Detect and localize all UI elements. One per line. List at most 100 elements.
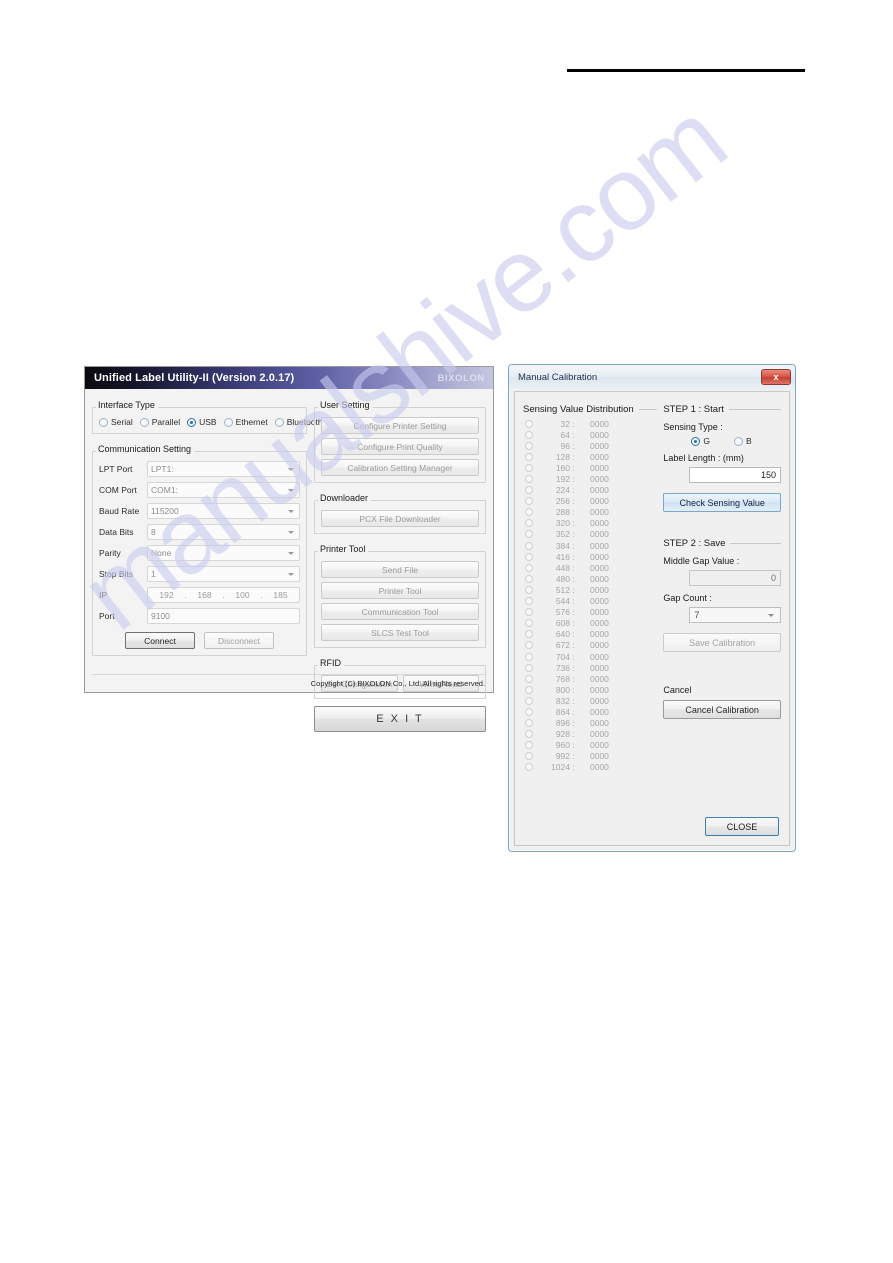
sensing-value-row[interactable]: 448: 0000 [525,562,657,573]
sensing-value-key: 128 [555,451,570,462]
radio-dot-icon [525,630,533,639]
ulu-left-column: Interface Type Serial Parallel USB Ether… [92,395,323,692]
radio-sensing-type-g[interactable]: G [691,436,710,446]
sensing-value-row[interactable]: 288: 0000 [525,507,657,518]
save-calibration-button[interactable]: Save Calibration [663,633,781,652]
manual-calibration-dialog: Manual Calibration x Sensing Value Distr… [508,364,796,852]
radio-ethernet[interactable]: Ethernet [223,417,268,427]
sensing-value-row[interactable]: 768: 0000 [525,673,657,684]
close-button[interactable]: CLOSE [705,817,779,836]
sensing-value-reading: 0000 [590,607,609,618]
stop-bits-combo[interactable]: 1 [147,566,300,582]
sensing-value-row[interactable]: 160: 0000 [525,462,657,473]
connection-buttons: Connect Disconnect [99,632,300,649]
port-value: 9100 [151,611,170,621]
sensing-value-row[interactable]: 608: 0000 [525,618,657,629]
radio-serial[interactable]: Serial [99,417,133,427]
gap-count-combo[interactable]: 7 [689,607,781,623]
downloader-group: Downloader PCX File Downloader [314,488,486,534]
printer-tool-button[interactable]: Printer Tool [321,582,479,599]
sensing-value-row[interactable]: 640: 0000 [525,629,657,640]
sensing-value-row[interactable]: 928: 0000 [525,729,657,740]
sensing-value-row[interactable]: 896: 0000 [525,718,657,729]
field-label: Baud Rate [99,506,140,516]
sensing-value-row[interactable]: 416: 0000 [525,551,657,562]
sensing-value-row[interactable]: 544: 0000 [525,596,657,607]
section-label: STEP 1 : Start [663,404,724,415]
sensing-value-row[interactable]: 1024: 0000 [525,762,657,773]
sensing-value-row[interactable]: 352: 0000 [525,529,657,540]
radio-dot-icon [223,417,233,427]
sensing-value-row[interactable]: 992: 0000 [525,751,657,762]
sensing-value-row[interactable]: 128: 0000 [525,451,657,462]
field-label: COM Port [99,485,137,495]
radio-usb[interactable]: USB [187,417,217,427]
close-icon[interactable]: x [761,369,791,385]
sensing-value-row[interactable]: 672: 0000 [525,640,657,651]
sensing-value-row[interactable]: 256: 0000 [525,496,657,507]
check-sensing-value-button[interactable]: Check Sensing Value [663,493,781,512]
sensing-value-row[interactable]: 800: 0000 [525,684,657,695]
sensing-value-row[interactable]: 864: 0000 [525,706,657,717]
configure-printer-setting-button[interactable]: Configure Printer Setting [321,417,479,434]
sensing-value-key: 224 [555,485,570,496]
sensing-value-row[interactable]: 224: 0000 [525,485,657,496]
parity-combo[interactable]: None [147,545,300,561]
slcs-test-tool-button[interactable]: SLCS Test Tool [321,624,479,641]
sensing-value-colon: : [572,729,575,740]
connect-button[interactable]: Connect [125,632,195,649]
radio-parallel[interactable]: Parallel [139,417,180,427]
radio-sensing-type-b[interactable]: B [733,436,752,446]
sensing-value-row[interactable]: 320: 0000 [525,518,657,529]
radio-dot-icon [187,417,197,427]
disconnect-button[interactable]: Disconnect [204,632,274,649]
printer-tool-frame: Send File Printer Tool Communication Too… [314,551,486,648]
sensing-value-row[interactable]: 32: 0000 [525,418,657,429]
baud-rate-combo[interactable]: 115200 [147,503,300,519]
sensing-value-colon: : [572,551,575,562]
sensing-value-row[interactable]: 832: 0000 [525,695,657,706]
radio-dot-icon [525,530,533,539]
sensing-value-row[interactable]: 576: 0000 [525,607,657,618]
sensing-value-colon: : [572,684,575,695]
sensing-value-key: 640 [555,629,570,640]
sensing-value-reading: 0000 [590,485,609,496]
data-bits-combo[interactable]: 8 [147,524,300,540]
sensing-value-reading: 0000 [590,695,609,706]
combo-value: COM1: [151,485,178,495]
sensing-value-row[interactable]: 480: 0000 [525,573,657,584]
sensing-value-key: 1024 [551,762,570,773]
ip-address-input[interactable]: 192 . 168 . 100 . 185 [147,587,300,603]
port-input[interactable]: 9100 [147,608,300,624]
exit-button[interactable]: E X I T [314,706,486,732]
sensing-value-row[interactable]: 96: 0000 [525,440,657,451]
sensing-value-colon: : [572,584,575,595]
radio-dot-icon [733,436,743,446]
sensing-value-row[interactable]: 704: 0000 [525,651,657,662]
cancel-calibration-button[interactable]: Cancel Calibration [663,700,781,719]
user-setting-frame: Configure Printer Setting Configure Prin… [314,407,486,483]
com-port-combo[interactable]: COM1: [147,482,300,498]
calibration-setting-manager-button[interactable]: Calibration Setting Manager [321,459,479,476]
configure-print-quality-button[interactable]: Configure Print Quality [321,438,479,455]
radio-dot-icon [525,475,533,484]
radio-label: Ethernet [235,417,268,427]
sensing-value-row[interactable]: 512: 0000 [525,584,657,595]
user-setting-title: User Setting [318,400,373,410]
sensing-value-colon: : [572,751,575,762]
sensing-value-reading: 0000 [590,496,609,507]
communication-setting-group: Communication Setting LPT Port LPT1: COM… [92,439,307,656]
send-file-button[interactable]: Send File [321,561,479,578]
sensing-type-label: Sensing Type : [663,422,723,432]
sensing-value-row[interactable]: 64: 0000 [525,429,657,440]
sensing-value-row[interactable]: 192: 0000 [525,473,657,484]
pcx-file-downloader-button[interactable]: PCX File Downloader [321,510,479,527]
sensing-value-row[interactable]: 960: 0000 [525,740,657,751]
calibration-title-bar: Manual Calibration x [509,365,795,389]
communication-tool-button[interactable]: Communication Tool [321,603,479,620]
label-length-input[interactable]: 150 [689,467,781,483]
sensing-value-row[interactable]: 736: 0000 [525,662,657,673]
sensing-value-row[interactable]: 384: 0000 [525,540,657,551]
lpt-port-combo[interactable]: LPT1: [147,461,300,477]
middle-gap-value-input[interactable]: 0 [689,570,781,586]
